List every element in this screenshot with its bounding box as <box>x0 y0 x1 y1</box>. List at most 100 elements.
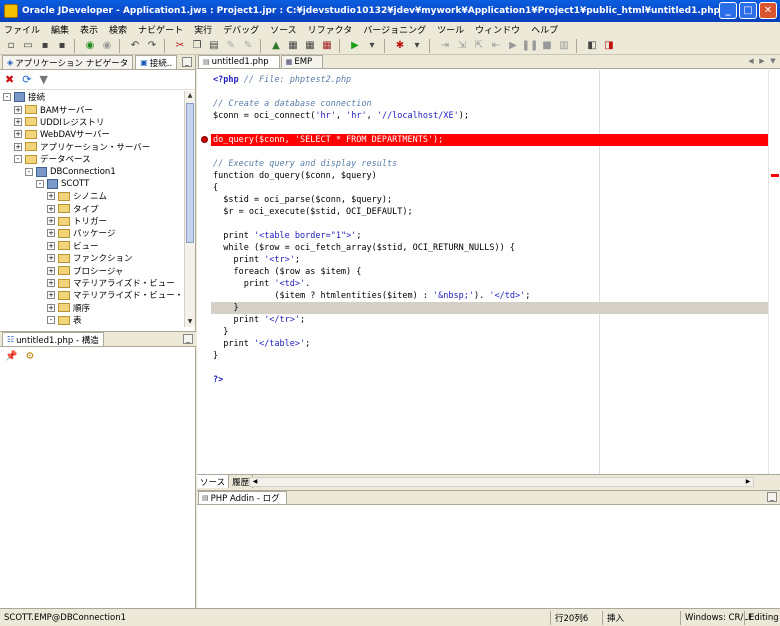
expand-icon[interactable]: + <box>47 291 55 300</box>
tree-node[interactable]: + マテリアライズド・ビュー・ログ <box>0 289 184 301</box>
menu-item[interactable]: リファクタ <box>308 23 353 36</box>
layout1-icon[interactable]: ◧ <box>584 39 600 53</box>
menu-item[interactable]: ソース <box>270 23 297 36</box>
run-icon[interactable]: ▶ <box>347 39 363 53</box>
menu-item[interactable]: ナビゲート <box>138 23 183 36</box>
expand-icon[interactable]: + <box>47 303 55 312</box>
expand-icon[interactable]: + <box>47 192 55 201</box>
tab-application-navigator[interactable]: ◈ アプリケーション ナビゲータ <box>2 55 134 69</box>
edit-icon[interactable]: ✎ <box>223 39 239 53</box>
code-line[interactable]: $r = oci_execute($stid, OCI_DEFAULT); <box>213 206 412 218</box>
menu-item[interactable]: ウィンドウ <box>475 23 520 36</box>
expand-icon[interactable]: + <box>47 204 55 213</box>
expand-icon[interactable]: + <box>14 130 22 139</box>
code-line[interactable]: foreach ($row as $item) { <box>213 266 361 278</box>
tree-node[interactable]: + トリガー <box>0 215 184 227</box>
tab-scroll-left-icon[interactable]: ◀ <box>746 56 756 67</box>
save-all-icon[interactable]: ▪ <box>54 39 70 53</box>
gutter[interactable] <box>197 70 211 474</box>
menu-item[interactable]: 実行 <box>194 23 212 36</box>
tree-scrollbar[interactable]: ▲ ▼ <box>184 91 195 327</box>
tree-node[interactable]: - データベース <box>0 153 184 165</box>
pause-icon[interactable]: ❚❚ <box>522 39 539 53</box>
tab-connections[interactable]: ▣ 接続.. <box>135 55 178 69</box>
step-end-icon[interactable]: ⇤ <box>488 39 504 53</box>
breakpoint-icon[interactable] <box>201 136 208 143</box>
delete-icon[interactable]: ✖ <box>5 73 14 86</box>
minimize-button[interactable]: _ <box>719 2 737 19</box>
minimize-panel-button[interactable]: _ <box>182 57 192 67</box>
undo-icon[interactable]: ↶ <box>127 39 143 53</box>
debug-dropdown-icon[interactable]: ▾ <box>409 39 425 53</box>
tree-node[interactable]: + シノニム <box>0 190 184 202</box>
code-line[interactable]: print '<table border="1">'; <box>213 230 361 242</box>
forward-icon[interactable]: ◉ <box>99 39 115 53</box>
tree-node[interactable]: - 接続 <box>0 91 184 103</box>
code-line[interactable]: print '</table>'; <box>213 338 310 350</box>
code-line[interactable]: function do_query($conn, $query) <box>213 170 377 182</box>
code-line[interactable]: do_query($conn, 'SELECT * FROM DEPARTMEN… <box>213 134 443 146</box>
tree-node[interactable]: + アプリケーション・サーバー <box>0 141 184 153</box>
save-icon[interactable]: ▪ <box>37 39 53 53</box>
step-over-icon[interactable]: ⇥ <box>437 39 453 53</box>
pin-icon[interactable]: 📌 <box>5 351 17 362</box>
tab-php-addin-log[interactable]: ▤ PHP Addin - ログ <box>198 491 287 504</box>
tab-emp[interactable]: ▦ EMP <box>280 55 324 68</box>
expand-icon[interactable]: + <box>14 142 22 151</box>
menu-item[interactable]: 検索 <box>109 23 127 36</box>
editor-scrollbar[interactable] <box>768 70 780 474</box>
code-line[interactable]: { <box>213 182 218 194</box>
collapse-icon[interactable]: - <box>47 316 55 325</box>
code-line[interactable]: } <box>213 326 228 338</box>
expand-icon[interactable]: + <box>47 229 55 238</box>
open-folder-icon[interactable]: ▭ <box>20 39 36 53</box>
stop-icon[interactable]: ■ <box>539 39 555 53</box>
tree-node[interactable]: + UDDIレジストリ <box>0 116 184 128</box>
code-line[interactable]: // Create a database connection <box>213 98 372 110</box>
tree-node[interactable]: + プロシージャ <box>0 264 184 277</box>
deploy-icon[interactable]: ▦ <box>319 39 335 53</box>
code-line[interactable]: while ($row = oci_fetch_array($stid, OCI… <box>213 242 515 254</box>
expand-icon[interactable]: + <box>47 217 55 226</box>
debug-icon[interactable]: ✱ <box>392 39 408 53</box>
code-line[interactable]: } <box>213 302 238 314</box>
menu-item[interactable]: ツール <box>437 23 464 36</box>
close-button[interactable]: ✕ <box>759 2 777 19</box>
code-line[interactable]: print '</tr>'; <box>213 314 305 326</box>
tab-list-icon[interactable]: ▼ <box>768 56 778 67</box>
cut-icon[interactable]: ✂ <box>172 39 188 53</box>
tab-source[interactable]: ソース <box>197 475 230 488</box>
step-into-icon[interactable]: ⇲ <box>454 39 470 53</box>
build-icon[interactable]: ▦ <box>302 39 318 53</box>
collapse-icon[interactable]: - <box>14 155 22 164</box>
redo-icon[interactable]: ↷ <box>144 39 160 53</box>
expand-icon[interactable]: + <box>47 241 55 250</box>
tree-node[interactable]: + パッケージ <box>0 227 184 239</box>
paste-icon[interactable]: ▤ <box>206 39 222 53</box>
code-line[interactable]: ?> <box>213 374 223 386</box>
tree-node[interactable]: + WebDAVサーバー <box>0 128 184 140</box>
expand-icon[interactable]: + <box>47 279 55 288</box>
tree-node[interactable]: + ビュー <box>0 240 184 252</box>
horizontal-scrollbar[interactable]: ◀ ▶ <box>249 477 754 487</box>
code-line[interactable]: $stid = oci_parse($conn, $query); <box>213 194 392 206</box>
tree-node[interactable]: + マテリアライズド・ビュー <box>0 277 184 289</box>
expand-icon[interactable]: + <box>14 105 22 114</box>
tree-node[interactable]: - SCOTT <box>0 178 184 190</box>
code-line[interactable]: $conn = oci_connect('hr', 'hr', '//local… <box>213 110 469 122</box>
minimize-structure-button[interactable]: _ <box>183 334 193 344</box>
tree-node[interactable]: + ファンクション <box>0 252 184 264</box>
new-file-icon[interactable]: ▫ <box>3 39 19 53</box>
resume-icon[interactable]: ▶ <box>505 39 521 53</box>
menu-item[interactable]: ヘルプ <box>531 23 558 36</box>
make-icon[interactable]: ▲ <box>268 39 284 53</box>
expand-icon[interactable]: + <box>47 254 55 263</box>
menu-item[interactable]: ファイル <box>4 23 40 36</box>
code-line[interactable]: <?php // File: phptest2.php <box>213 74 351 86</box>
code-line[interactable]: print '<tr>'; <box>213 254 300 266</box>
minimize-log-button[interactable]: _ <box>767 492 777 502</box>
settings-icon[interactable]: ⚙ <box>25 351 34 362</box>
back-icon[interactable]: ◉ <box>82 39 98 53</box>
code-area[interactable]: <?php // File: phptest2.php // Create a d… <box>197 70 768 474</box>
layout2-icon[interactable]: ◨ <box>601 39 617 53</box>
